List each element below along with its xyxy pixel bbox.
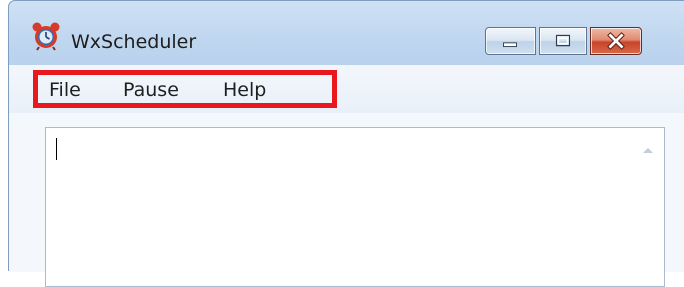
- maximize-icon: [555, 34, 571, 47]
- log-textarea[interactable]: [45, 127, 665, 287]
- client-area: [9, 113, 684, 287]
- title-bar[interactable]: WxScheduler: [9, 1, 684, 65]
- window-title: WxScheduler: [71, 31, 197, 53]
- text-caret: [56, 138, 57, 160]
- close-button[interactable]: [590, 27, 642, 55]
- minimize-icon: [503, 42, 517, 48]
- close-icon: [607, 32, 625, 50]
- menu-file[interactable]: File: [49, 79, 81, 101]
- menu-pause[interactable]: Pause: [123, 79, 179, 101]
- menu-help[interactable]: Help: [223, 79, 266, 101]
- scroll-up-arrow-icon[interactable]: [642, 146, 654, 154]
- minimize-button[interactable]: [485, 27, 536, 55]
- maximize-button[interactable]: [539, 27, 587, 55]
- application-window: WxScheduler File Pause Help: [8, 0, 684, 287]
- alarm-clock-icon: [32, 22, 60, 51]
- menu-bar: File Pause Help: [9, 65, 684, 113]
